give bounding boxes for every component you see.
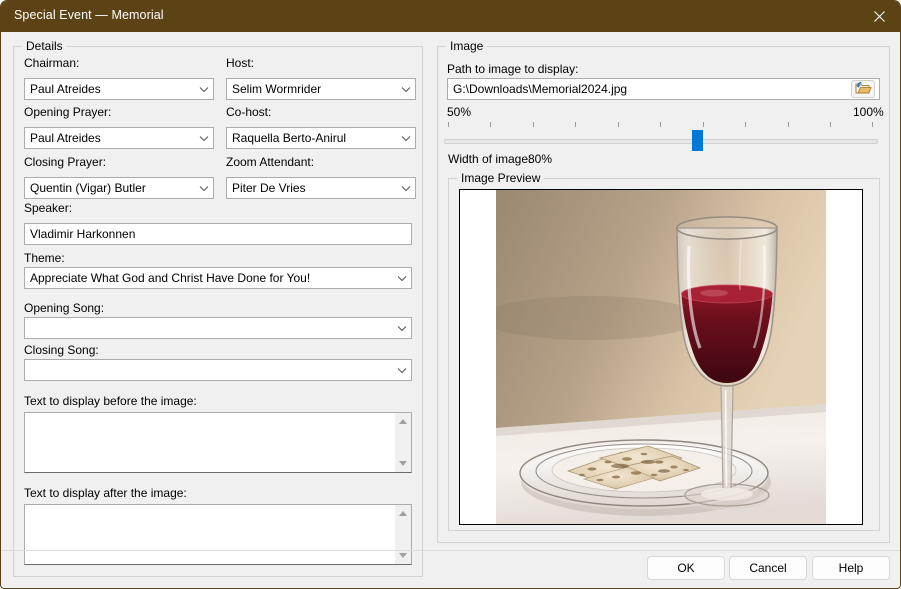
- dialog-window: Special Event — Memorial Details Chairma…: [0, 0, 901, 589]
- combo-co-host-value: Raquella Berto-Anirul: [232, 131, 347, 145]
- slider-min-label: 50%: [447, 105, 472, 119]
- label-opening-prayer: Opening Prayer:: [24, 105, 112, 119]
- close-button[interactable]: [856, 1, 900, 32]
- chevron-down-icon: [397, 178, 415, 198]
- ok-button[interactable]: OK: [647, 556, 725, 580]
- chevron-down-icon: [393, 360, 411, 380]
- open-folder-icon: [855, 81, 872, 98]
- combo-opening-song[interactable]: [24, 317, 412, 339]
- textarea-text-before-image-value[interactable]: [25, 413, 394, 472]
- textarea-text-after-image-value[interactable]: [25, 505, 394, 564]
- slider-thumb[interactable]: [692, 130, 703, 151]
- combo-closing-song[interactable]: [24, 359, 412, 381]
- chevron-down-icon: [393, 318, 411, 338]
- chevron-down-icon: [393, 268, 411, 288]
- label-text-after-image: Text to display after the image:: [24, 486, 187, 500]
- label-opening-song: Opening Song:: [24, 301, 105, 315]
- scroll-up-icon[interactable]: [395, 505, 411, 522]
- input-image-path[interactable]: G:\Downloads\Memorial2024.jpg: [447, 78, 880, 100]
- combo-zoom-attendant[interactable]: Piter De Vries: [226, 177, 416, 199]
- image-group-label: Image: [446, 39, 488, 53]
- value-width-of-image: 80%: [528, 152, 553, 166]
- chevron-down-icon: [397, 128, 415, 148]
- details-group-label: Details: [22, 39, 67, 53]
- label-theme: Theme:: [24, 251, 65, 265]
- combo-chairman-value: Paul Atreides: [30, 82, 101, 96]
- title-bar: Special Event — Memorial: [1, 1, 900, 32]
- image-preview-canvas: [459, 189, 863, 525]
- photo-artwork: [496, 190, 826, 524]
- slider-ticks: [448, 122, 873, 128]
- combo-opening-prayer-value: Paul Atreides: [30, 131, 101, 145]
- slider-track[interactable]: [444, 139, 878, 144]
- combo-co-host[interactable]: Raquella Berto-Anirul: [226, 127, 416, 149]
- label-closing-prayer: Closing Prayer:: [24, 155, 107, 169]
- preview-photo: [496, 190, 826, 524]
- combo-zoom-attendant-value: Piter De Vries: [232, 181, 306, 195]
- combo-closing-prayer[interactable]: Quentin (Vigar) Butler: [24, 177, 214, 199]
- textarea-text-after-image[interactable]: [24, 504, 412, 565]
- combo-chairman[interactable]: Paul Atreides: [24, 78, 214, 100]
- combo-host-value: Selim Wormrider: [232, 82, 322, 96]
- combo-opening-prayer[interactable]: Paul Atreides: [24, 127, 214, 149]
- cancel-button[interactable]: Cancel: [729, 556, 807, 580]
- input-speaker[interactable]: Vladimir Harkonnen: [24, 223, 412, 245]
- label-zoom-attendant: Zoom Attendant:: [226, 155, 315, 169]
- label-host: Host:: [226, 56, 255, 70]
- scroll-down-icon[interactable]: [395, 455, 411, 472]
- scroll-up-icon[interactable]: [395, 413, 411, 430]
- combo-theme[interactable]: Appreciate What God and Christ Have Done…: [24, 267, 412, 289]
- label-speaker: Speaker:: [24, 201, 73, 215]
- footer-separator: [2, 550, 900, 551]
- scrollbar-text-before-image[interactable]: [394, 413, 411, 472]
- chevron-down-icon: [195, 178, 213, 198]
- label-co-host: Co-host:: [226, 105, 272, 119]
- chevron-down-icon: [397, 79, 415, 99]
- browse-button[interactable]: [851, 80, 875, 98]
- chevron-down-icon: [195, 128, 213, 148]
- chevron-down-icon: [195, 79, 213, 99]
- slider-max-label: 100%: [853, 105, 884, 119]
- combo-host[interactable]: Selim Wormrider: [226, 78, 416, 100]
- label-chairman: Chairman:: [24, 56, 80, 70]
- help-button[interactable]: Help: [812, 556, 890, 580]
- scrollbar-text-after-image[interactable]: [394, 505, 411, 564]
- combo-theme-value: Appreciate What God and Christ Have Done…: [30, 271, 311, 285]
- image-preview-group-label: Image Preview: [457, 171, 545, 185]
- label-image-path: Path to image to display:: [447, 62, 579, 76]
- label-closing-song: Closing Song:: [24, 343, 99, 357]
- combo-closing-prayer-value: Quentin (Vigar) Butler: [30, 181, 146, 195]
- label-text-before-image: Text to display before the image:: [24, 394, 197, 408]
- window-title: Special Event — Memorial: [14, 8, 164, 22]
- textarea-text-before-image[interactable]: [24, 412, 412, 473]
- label-width-of-image: Width of image:: [448, 152, 532, 166]
- close-icon: [873, 11, 885, 22]
